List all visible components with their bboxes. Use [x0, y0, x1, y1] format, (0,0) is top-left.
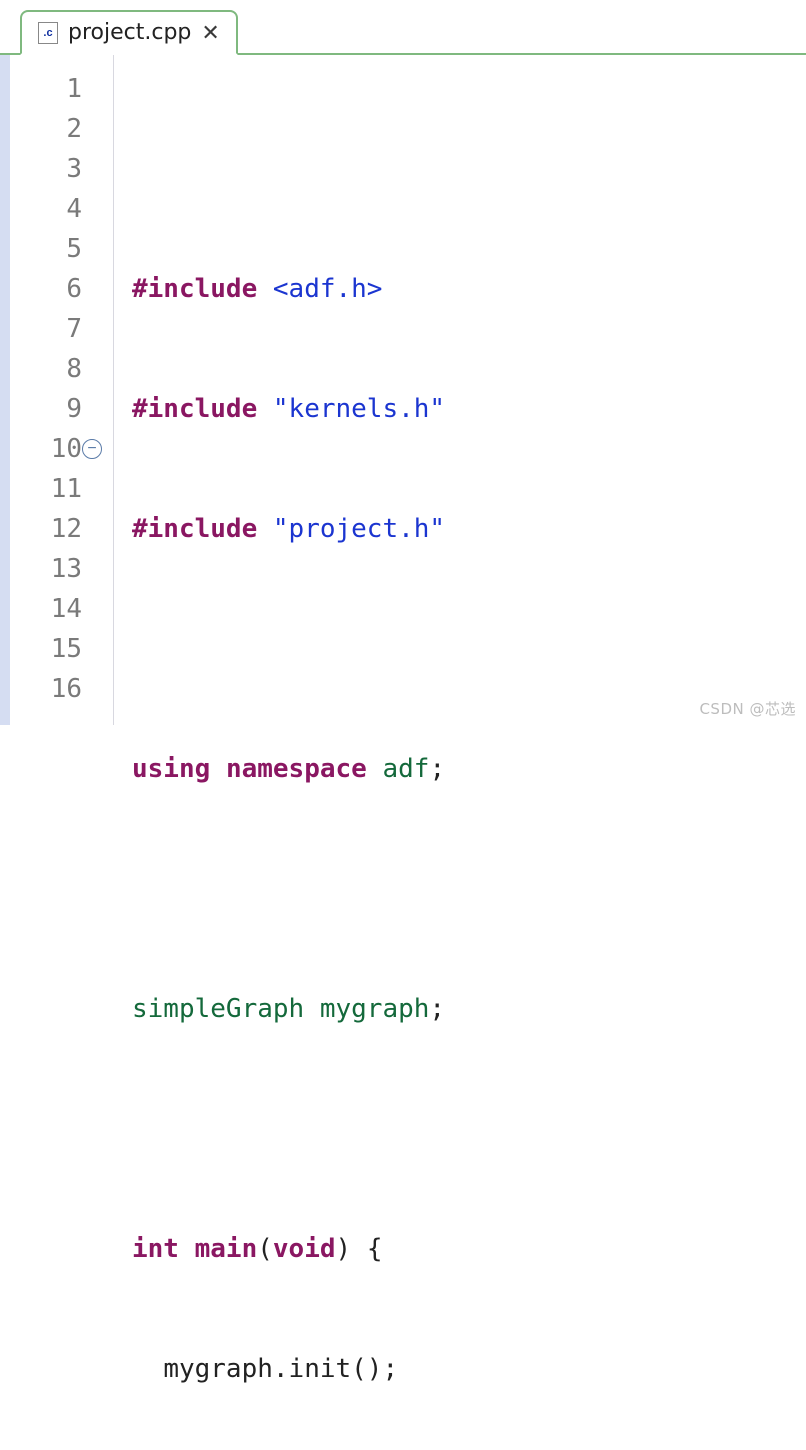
line-number: 8 [10, 349, 82, 389]
line-number: 2 [10, 109, 82, 149]
line-number: 10− [10, 429, 82, 469]
tab-filename: project.cpp [68, 20, 191, 45]
code-line [132, 869, 806, 909]
line-number: 5 [10, 229, 82, 269]
line-number: 12 [10, 509, 82, 549]
code-line: mygraph.init(); [132, 1349, 806, 1389]
code-line: using namespace adf; [132, 749, 806, 789]
code-line: #include "project.h" [132, 509, 806, 549]
c-file-icon [38, 22, 58, 44]
line-number: 4 [10, 189, 82, 229]
code-line: #include "kernels.h" [132, 389, 806, 429]
code-line [132, 629, 806, 669]
code-line: int main(void) { [132, 1229, 806, 1269]
tab-bar: project.cpp ✕ [0, 0, 806, 55]
code-line [132, 149, 806, 189]
line-number: 14 [10, 589, 82, 629]
line-number: 3 [10, 149, 82, 189]
line-number: 6 [10, 269, 82, 309]
line-number-gutter: 1 2 3 4 5 6 7 8 9 10− 11 12 13 14 15 16 [10, 55, 88, 725]
line-number: 13 [10, 549, 82, 589]
line-number: 1 [10, 69, 82, 109]
close-icon[interactable]: ✕ [201, 22, 219, 44]
line-number: 9 [10, 389, 82, 429]
fold-toggle-icon[interactable]: − [82, 439, 102, 459]
code-line: simpleGraph mygraph; [132, 989, 806, 1029]
code-line [132, 1109, 806, 1149]
watermark: CSDN @芯选 [699, 698, 796, 719]
line-number: 15 [10, 629, 82, 669]
code-line: #include <adf.h> [132, 269, 806, 309]
line-number: 7 [10, 309, 82, 349]
editor-tab[interactable]: project.cpp ✕ [20, 10, 238, 55]
editor-area: 1 2 3 4 5 6 7 8 9 10− 11 12 13 14 15 16 … [0, 55, 806, 725]
line-number: 11 [10, 469, 82, 509]
line-number: 16 [10, 669, 82, 709]
fold-strip [88, 55, 114, 725]
code-editor[interactable]: #include <adf.h> #include "kernels.h" #i… [114, 55, 806, 725]
